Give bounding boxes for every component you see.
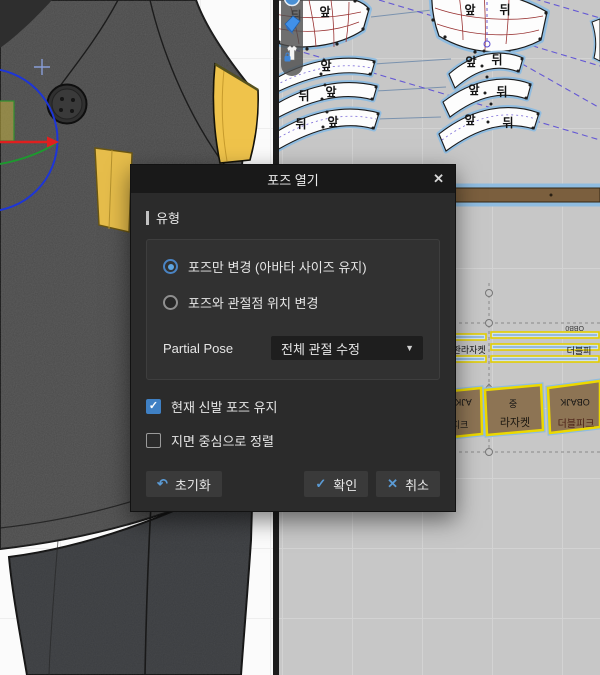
piece-label-front: 앞 bbox=[327, 115, 338, 129]
piece-label-front: 앞 bbox=[468, 83, 479, 97]
checkbox-unchecked-icon[interactable] bbox=[146, 433, 161, 448]
section-label: 유형 bbox=[156, 208, 180, 227]
checkbox-label: 지면 중심으로 정렬 bbox=[171, 431, 274, 450]
chevron-down-icon: ▼ bbox=[405, 343, 414, 353]
piece-label-front: 앞 bbox=[464, 3, 475, 17]
partial-pose-label: Partial Pose bbox=[163, 341, 233, 356]
close-icon[interactable]: ✕ bbox=[433, 165, 444, 193]
radio-label: 포즈와 관절점 위치 변경 bbox=[188, 293, 318, 312]
piece-name: 라자켓 bbox=[500, 416, 530, 429]
cancel-button[interactable]: ✕ 취소 bbox=[376, 471, 440, 497]
piece-label-front: 앞 bbox=[465, 55, 476, 69]
radio-unselected-icon[interactable] bbox=[163, 295, 178, 310]
pattern-toolbar[interactable] bbox=[281, 0, 303, 76]
radio-pose-and-joints[interactable]: 포즈와 관절점 위치 변경 bbox=[163, 293, 423, 312]
x-icon: ✕ bbox=[387, 476, 398, 492]
piece-label-front: 앞 bbox=[325, 85, 336, 99]
piece-name: 중 bbox=[509, 399, 517, 409]
piece-label-front: 앞 bbox=[319, 5, 330, 19]
pattern-quads-highlighted[interactable]: AJK1 피크 GOBN 중 라자켓 OBAJK 더블피크 bbox=[434, 378, 600, 438]
piece-label-back: 뒤 bbox=[298, 89, 309, 103]
gizmo-plane-handle[interactable] bbox=[0, 101, 14, 141]
piece-label-back: 뒤 bbox=[496, 85, 507, 99]
dialog-title: 포즈 열기 bbox=[267, 170, 318, 189]
confirm-button[interactable]: ✓ 확인 bbox=[304, 471, 368, 497]
checkbox-checked-icon[interactable]: ✓ bbox=[146, 399, 161, 414]
radio-pose-only[interactable]: 포즈만 변경 (아바타 사이즈 유지) bbox=[163, 257, 423, 276]
cancel-button-label: 취소 bbox=[405, 475, 429, 494]
pattern-strips-highlighted[interactable]: 20001 드환라자켓 OBB0 더블피 bbox=[431, 324, 599, 362]
dialog-titlebar[interactable]: 포즈 열기 ✕ bbox=[131, 165, 455, 193]
piece-name: 더블피크 bbox=[558, 418, 595, 430]
radio-label: 포즈만 변경 (아바타 사이즈 유지) bbox=[188, 257, 367, 276]
reset-button-label: 초기화 bbox=[175, 475, 211, 494]
undo-icon: ↶ bbox=[157, 476, 168, 492]
piece-name: OBAJK bbox=[560, 397, 590, 407]
checkbox-label: 현재 신발 포즈 유지 bbox=[171, 397, 278, 416]
pose-type-groupbox: 포즈만 변경 (아바타 사이즈 유지) 포즈와 관절점 위치 변경 Partia… bbox=[146, 239, 440, 380]
check-icon: ✓ bbox=[315, 476, 326, 492]
checkbox-keep-shoe-pose[interactable]: ✓ 현재 신발 포즈 유지 bbox=[146, 397, 440, 416]
pattern-strip-left-3[interactable]: 뒤 앞 bbox=[279, 109, 380, 150]
piece-label-front: 앞 bbox=[320, 59, 331, 73]
piece-label-back: 뒤 bbox=[499, 3, 510, 17]
piece-code: OBB0 bbox=[565, 324, 584, 331]
open-pose-dialog: 포즈 열기 ✕ 유형 포즈만 변경 (아바타 사이즈 유지) 포즈와 관절점 위… bbox=[130, 164, 456, 512]
piece-label-front: 앞 bbox=[464, 113, 475, 127]
confirm-button-label: 확인 bbox=[333, 475, 357, 494]
app-window: 뒤 앞 앞 뒤 앞 뒤 bbox=[0, 0, 600, 675]
piece-label-back: 뒤 bbox=[502, 116, 513, 130]
section-accent-bar bbox=[146, 211, 149, 225]
pattern-piece-edge-sliver[interactable] bbox=[592, 19, 600, 61]
radio-selected-icon[interactable] bbox=[163, 259, 178, 274]
pattern-piece-waistband[interactable] bbox=[452, 186, 600, 204]
piece-label-back: 뒤 bbox=[491, 53, 502, 67]
pattern-piece-hood-right[interactable]: 앞 뒤 bbox=[431, 0, 547, 54]
partial-pose-dropdown[interactable]: 전체 관절 수정 ▼ bbox=[271, 336, 423, 360]
dropdown-value: 전체 관절 수정 bbox=[281, 339, 360, 358]
piece-name: 더블피 bbox=[567, 346, 592, 356]
lock-icon bbox=[285, 56, 291, 62]
checkbox-align-ground-center[interactable]: 지면 중심으로 정렬 bbox=[146, 431, 440, 450]
reset-button[interactable]: ↶ 초기화 bbox=[146, 471, 222, 497]
piece-label-back: 뒤 bbox=[295, 117, 306, 131]
